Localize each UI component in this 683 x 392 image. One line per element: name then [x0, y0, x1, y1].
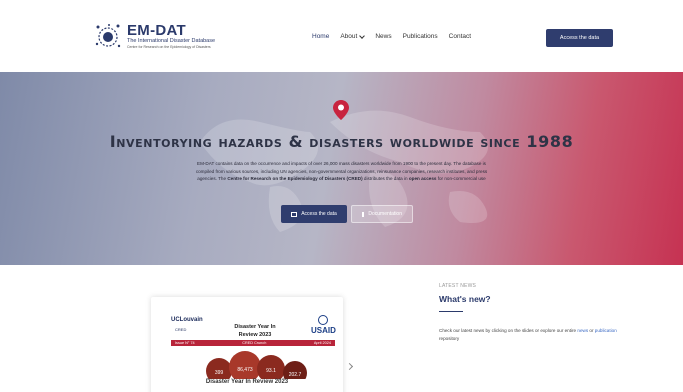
news-kicker: LATEST NEWS	[439, 283, 477, 289]
issue-number: Issue N° 74	[175, 341, 195, 345]
nav-about-label: About	[340, 33, 358, 40]
main-nav: Home About News Publications Contact	[312, 32, 482, 42]
page: EM-DAT The International Disaster Databa…	[0, 0, 683, 392]
slide-footer: Disaster Year In Review 2023	[205, 379, 289, 385]
stat-deaths: 86,473	[237, 367, 253, 373]
hero-desc-open-access: open access	[408, 176, 437, 182]
hero-description: EM-DAT contains data on the occurrence a…	[190, 160, 493, 183]
news-link[interactable]: news	[577, 328, 588, 333]
news-text: Check our latest news by clicking on the…	[439, 327, 619, 343]
issue-bar: Issue N° 74 CRED Crunch April 2024	[171, 340, 335, 346]
globe-logo-icon	[95, 24, 121, 48]
hero-buttons: Access the data Documentation	[281, 205, 413, 223]
stats-bubbles: 399 86,473 93.1 202.7	[206, 351, 307, 379]
news-slide-card[interactable]: UCLouvain CRED Disaster Year In Review 2…	[151, 297, 343, 392]
latest-news: LATEST NEWS What's new? Check our latest…	[439, 283, 639, 343]
slide-heading: Disaster Year In Review 2023	[234, 324, 276, 338]
logo-title: EM-DAT	[127, 21, 187, 39]
hero-desc-part-3: for non-commercial use	[436, 176, 486, 182]
hero-title: Inventorying hazards & disasters worldwi…	[109, 132, 574, 151]
logo-subtitle-2: Centre for Research on the Epidemiology …	[127, 44, 211, 49]
hero-desc-part-2: distributes the data in	[362, 176, 409, 182]
carousel-next-icon[interactable]	[345, 362, 354, 371]
nav-contact[interactable]: Contact	[449, 32, 471, 42]
issue-date: April 2024	[313, 341, 331, 345]
news-title: What's new?	[439, 294, 491, 304]
hero-desc-cred: Centre for Research on the Epidemiology …	[227, 176, 363, 182]
news-text-1: Check our latest news by clicking on the…	[439, 328, 578, 334]
usaid-logo: USAID	[311, 315, 336, 335]
usaid-seal-icon	[318, 315, 328, 325]
documentation-label: Documentation	[368, 211, 402, 217]
news-divider	[439, 311, 463, 313]
access-data-button[interactable]: Access the data	[546, 29, 613, 47]
news-text-2: or	[588, 328, 595, 334]
nav-about[interactable]: About	[340, 32, 366, 42]
usaid-text: USAID	[311, 326, 336, 335]
hero-section: Inventorying hazards & disasters worldwi…	[0, 72, 683, 265]
site-header: EM-DAT The International Disaster Databa…	[0, 0, 683, 72]
hero-access-data-button[interactable]: Access the data	[281, 205, 347, 223]
crunch-label: CRED Crunch	[242, 341, 267, 345]
logo-subtitle: The International Disaster Database	[127, 37, 216, 44]
stat-affected: 93.1	[266, 368, 276, 374]
stat-events: 399	[215, 370, 224, 376]
nav-home[interactable]: Home	[312, 32, 329, 42]
map-pin-icon	[333, 100, 349, 120]
uclouvain-logo: UCLouvain	[171, 317, 203, 323]
publication-link[interactable]: publication	[595, 328, 617, 333]
document-icon	[362, 211, 365, 217]
documentation-button[interactable]: Documentation	[351, 205, 413, 223]
news-text-3: repository	[439, 336, 460, 342]
hero-access-label: Access the data	[301, 211, 337, 217]
chevron-down-icon	[359, 32, 366, 39]
nav-publications[interactable]: Publications	[403, 32, 438, 42]
nav-news[interactable]: News	[375, 32, 391, 42]
cred-logo: CRED	[175, 327, 187, 332]
table-icon	[291, 211, 298, 217]
stat-losses: 202.7	[289, 372, 302, 378]
emdat-logo[interactable]: EM-DAT The International Disaster Databa…	[94, 22, 215, 50]
